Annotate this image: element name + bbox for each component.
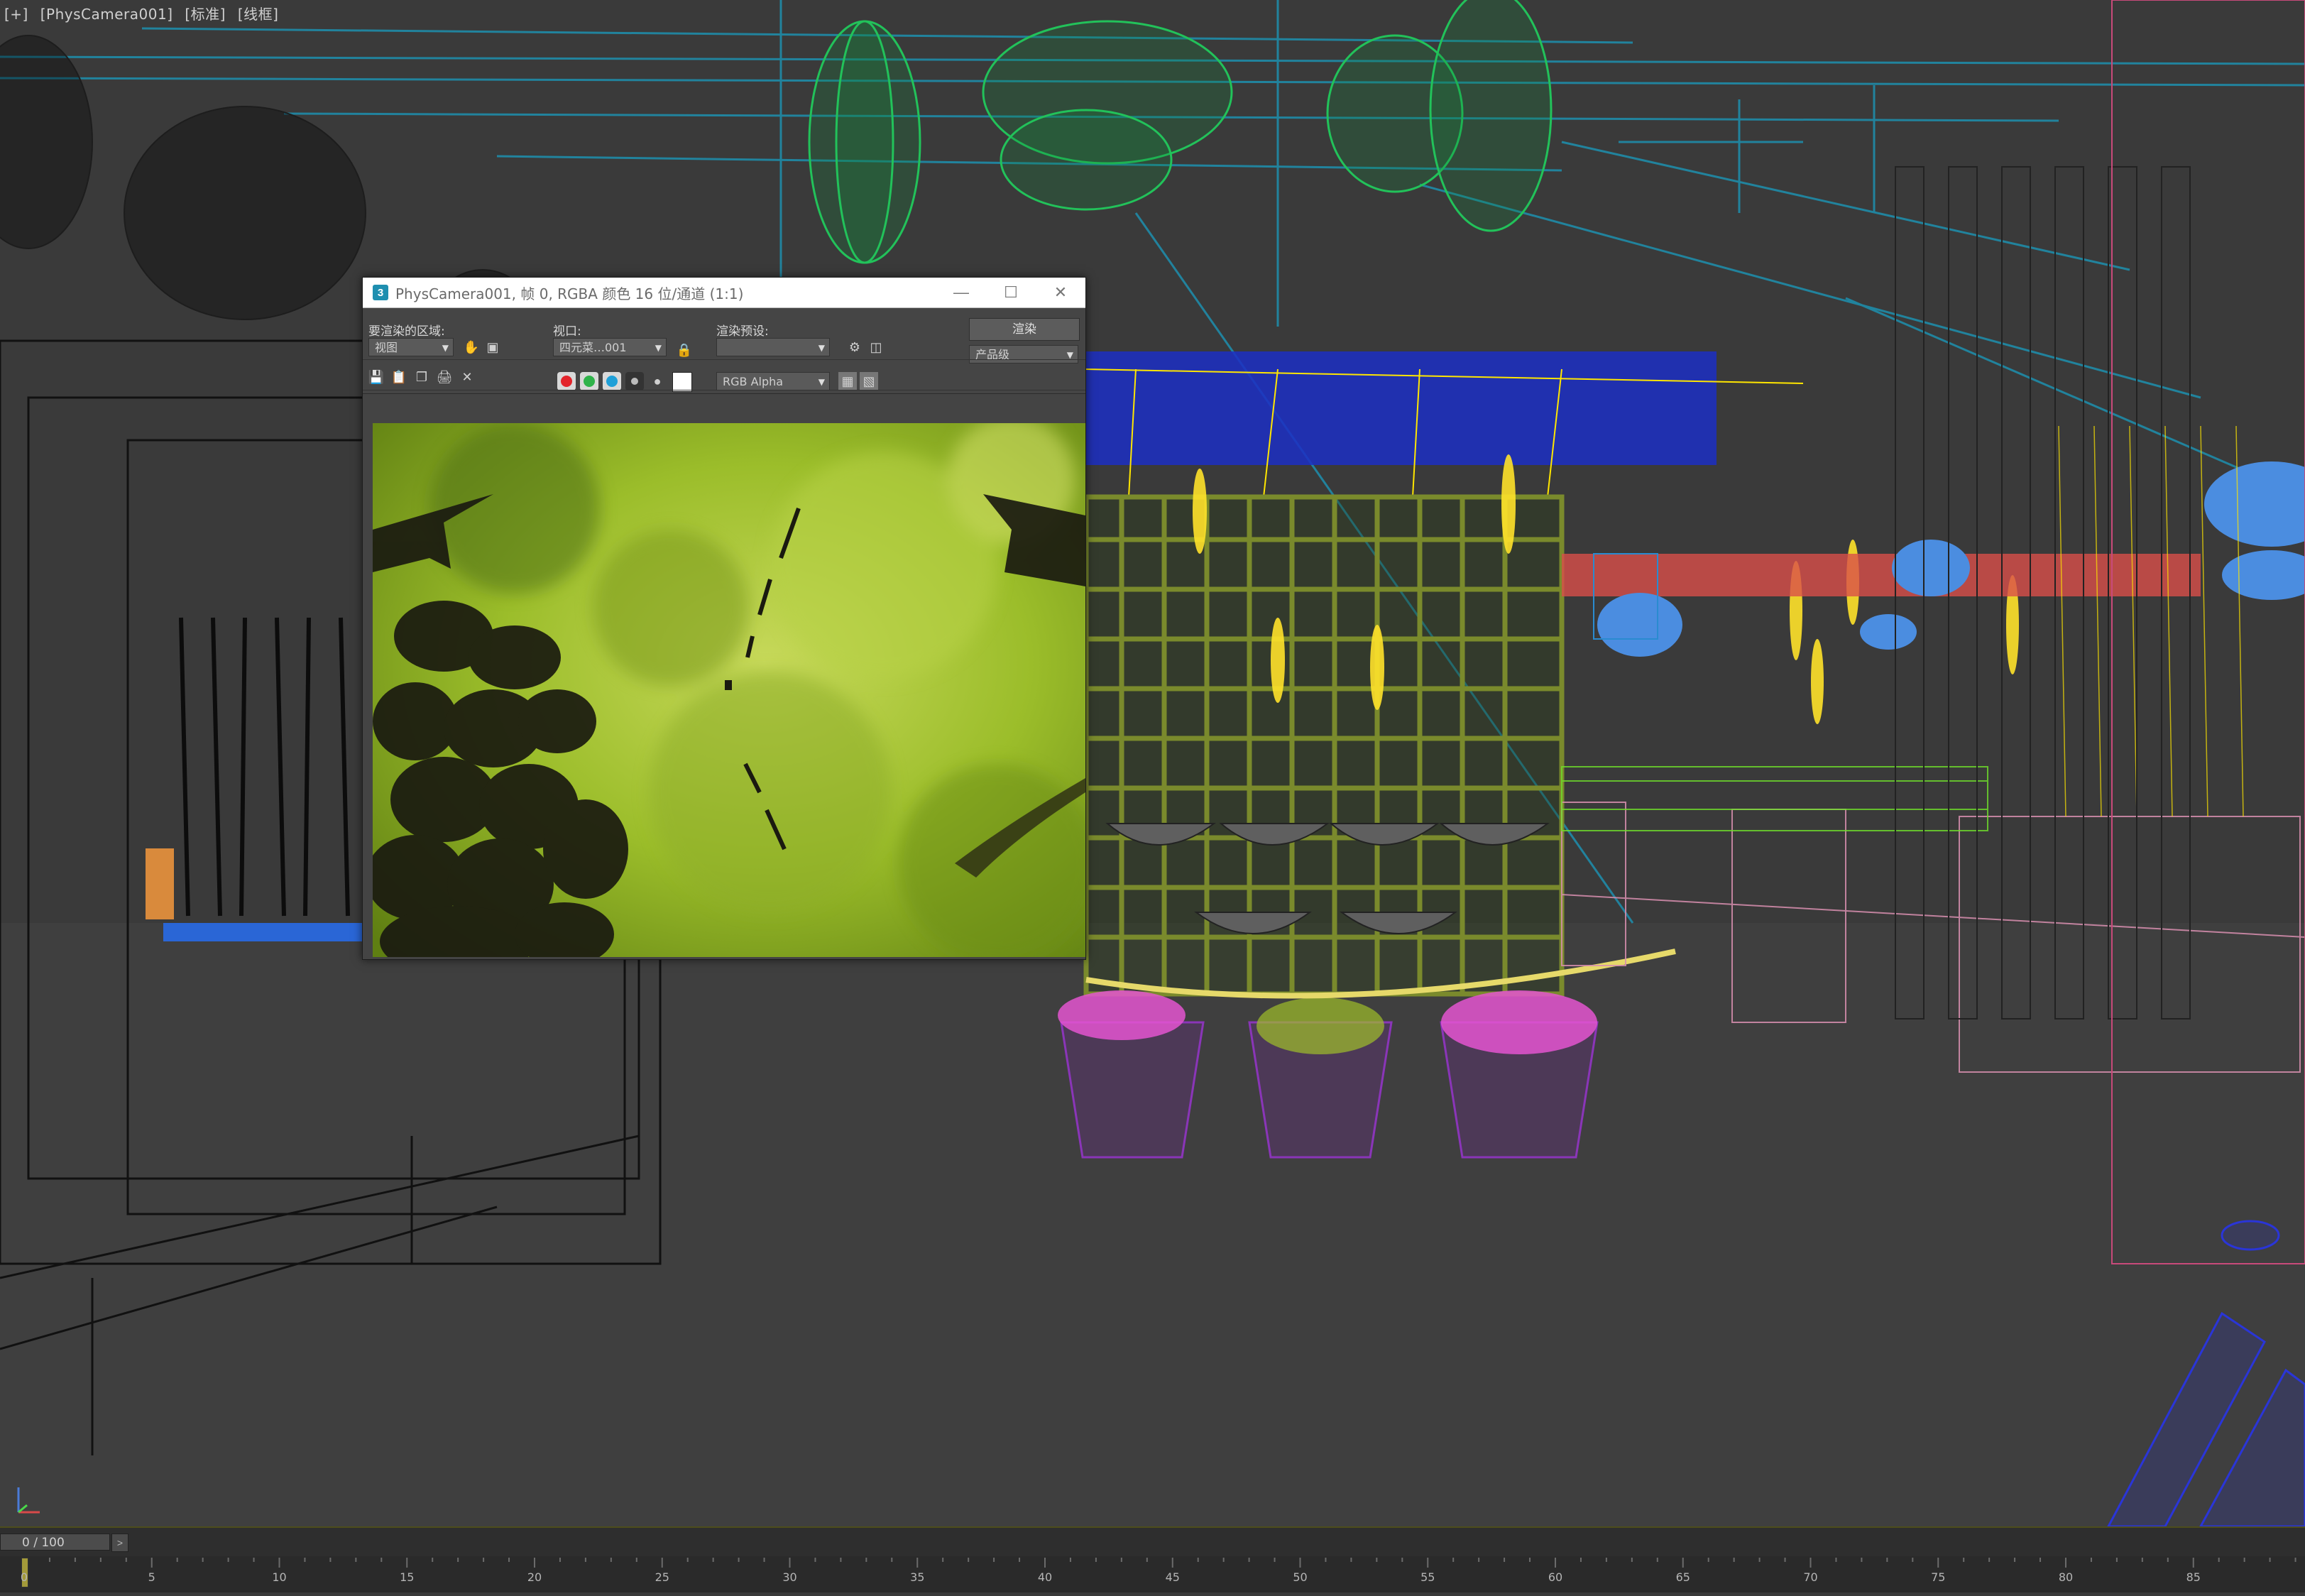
- render-preset-label: 渲染预设:: [716, 324, 769, 339]
- green-channel-icon: [584, 376, 595, 387]
- timeline-tick-label: 85: [2186, 1570, 2201, 1584]
- display-channel-value: RGB Alpha: [723, 375, 784, 388]
- render-quality-dropdown[interactable]: 产品级 ▼: [969, 345, 1078, 364]
- area-to-render-value: 视图: [375, 341, 398, 354]
- next-frame-icon[interactable]: >: [111, 1534, 128, 1552]
- timeline-tick-label: 55: [1420, 1570, 1435, 1584]
- toolbar-divider: [363, 359, 1085, 360]
- timeline-tick-label: 35: [910, 1570, 925, 1584]
- toggle-ui-overlays-icon[interactable]: ▦: [838, 372, 857, 390]
- perspective-viewport[interactable]: [+] [PhysCamera001] [标准] [线框]: [0, 0, 2305, 1526]
- print-image-icon[interactable]: 🖨: [435, 368, 454, 386]
- render-setup-icon[interactable]: ⚙: [845, 338, 864, 356]
- timeline-tick-label: 0: [20, 1570, 28, 1584]
- rendered-image: [373, 423, 1085, 957]
- timeline-tick-label: 15: [400, 1570, 415, 1584]
- region-select-icon[interactable]: ▣: [483, 338, 502, 356]
- render-window-title: PhysCamera001, 帧 0, RGBA 颜色 16 位/通道 (1:1…: [395, 285, 744, 302]
- environment-effects-icon[interactable]: ◫: [867, 338, 885, 356]
- render-button[interactable]: 渲染: [969, 318, 1080, 341]
- render-window-titlebar[interactable]: 3 PhysCamera001, 帧 0, RGBA 颜色 16 位/通道 (1…: [363, 278, 1085, 308]
- timeline-tick-label: 40: [1037, 1570, 1053, 1584]
- lock-icon[interactable]: 🔒: [675, 341, 694, 359]
- display-channel-dropdown[interactable]: RGB Alpha ▼: [716, 372, 830, 390]
- area-to-render-dropdown[interactable]: 视图 ▼: [368, 338, 454, 356]
- viewport-label-text: 视口:: [553, 324, 581, 339]
- timeline-tick-label: 30: [782, 1570, 797, 1584]
- close-icon[interactable]: ✕: [1036, 278, 1085, 307]
- background-color-swatch[interactable]: [672, 372, 692, 392]
- time-slider[interactable]: 0 / 100: [0, 1534, 110, 1551]
- viewport-camera-label[interactable]: [PhysCamera001]: [40, 6, 173, 23]
- pan-hand-icon[interactable]: ✋: [462, 338, 481, 356]
- timeline-tick-label: 5: [148, 1570, 155, 1584]
- timeline: 0 / 100 > 0 5 10 15 20 25 30 35 40 45 50 55 60 65 70 75…: [0, 1526, 2305, 1592]
- timeline-tick-label: 75: [1931, 1570, 1946, 1584]
- track-bar-ticks: [23, 1558, 2296, 1568]
- minimize-icon[interactable]: —: [936, 278, 986, 307]
- clear-icon[interactable]: ✕: [458, 368, 476, 386]
- blue-channel-icon: [606, 376, 618, 387]
- blue-channel-toggle[interactable]: [603, 372, 621, 390]
- timeline-tick-label: 70: [1803, 1570, 1818, 1584]
- alpha-channel-toggle[interactable]: [625, 372, 644, 390]
- wireframe-scene: [0, 0, 2305, 1526]
- maximize-icon[interactable]: ☐: [986, 278, 1036, 307]
- red-channel-icon: [561, 376, 572, 387]
- viewport-value: 四元菜…001: [559, 341, 627, 354]
- viewport-shading-wireframe[interactable]: [线框]: [238, 6, 279, 23]
- viewport-menu-plus[interactable]: [+]: [4, 6, 28, 23]
- red-channel-toggle[interactable]: [557, 372, 576, 390]
- chevron-down-icon: ▼: [655, 343, 662, 353]
- timeline-tick-label: 65: [1675, 1570, 1690, 1584]
- green-channel-toggle[interactable]: [580, 372, 598, 390]
- viewport-label[interactable]: [+] [PhysCamera001] [标准] [线框]: [4, 3, 285, 23]
- toggle-ui-icon[interactable]: ▧: [860, 372, 878, 390]
- timeline-tick-label: 20: [527, 1570, 542, 1584]
- render-preset-dropdown[interactable]: ▼: [716, 338, 830, 356]
- timeline-tick-label: 25: [655, 1570, 669, 1584]
- monochrome-icon[interactable]: ●: [648, 372, 667, 390]
- timeline-tick-label: 80: [2058, 1570, 2074, 1584]
- timeline-tick-label: 60: [1548, 1570, 1563, 1584]
- chevron-down-icon: ▼: [818, 343, 825, 353]
- app-icon: 3: [373, 285, 388, 300]
- viewport-dropdown[interactable]: 四元菜…001 ▼: [553, 338, 667, 356]
- timeline-tick-label: 10: [272, 1570, 287, 1584]
- timeline-tick-label: 45: [1165, 1570, 1180, 1584]
- timeline-tick-label: 50: [1293, 1570, 1308, 1584]
- save-image-icon[interactable]: 💾: [367, 368, 385, 386]
- chevron-down-icon: ▼: [818, 377, 825, 387]
- chevron-down-icon: ▼: [442, 343, 449, 353]
- track-bar[interactable]: [0, 1556, 2305, 1592]
- axis-tripod-icon: [17, 1487, 40, 1514]
- area-to-render-label: 要渲染的区域:: [368, 324, 445, 339]
- render-window-toolbar: 要渲染的区域: 视图 ▼ ✋ ▣ 视口: 四元菜…001 ▼ 🔒 渲染预设: ▼…: [363, 308, 1085, 394]
- rendered-frame-window[interactable]: 3 PhysCamera001, 帧 0, RGBA 颜色 16 位/通道 (1…: [362, 277, 1086, 960]
- copy-image-icon[interactable]: 📋: [390, 368, 408, 386]
- alpha-channel-icon: [631, 378, 638, 385]
- viewport-shading-standard[interactable]: [标准]: [185, 6, 226, 23]
- chevron-down-icon: ▼: [1066, 350, 1073, 360]
- clone-frame-icon[interactable]: ❐: [412, 368, 431, 386]
